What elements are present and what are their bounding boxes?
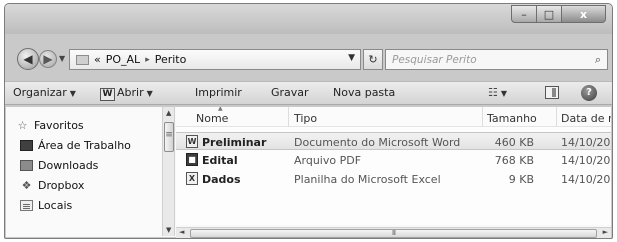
file-type: Documento do Microsoft Word — [294, 136, 461, 149]
file-size: 9 KB — [508, 173, 534, 186]
refresh-button[interactable]: ↻ — [363, 49, 383, 70]
desktop-icon — [20, 140, 33, 151]
view-options-icon: ☷ — [488, 86, 498, 99]
file-row-edital[interactable]: ■ Edital Arquivo PDF 768 KB 14/10/201 — [176, 151, 611, 169]
file-list: ▲ Nome Tipo Tamanho Data de m W Prelimin… — [176, 107, 611, 225]
pdf-document-icon: ■ — [186, 153, 198, 166]
search-icon[interactable]: ⌕ — [595, 53, 601, 67]
arrow-left-icon: ◀ — [23, 52, 33, 66]
new-folder-button[interactable]: Nova pasta — [333, 86, 395, 99]
minimize-button[interactable]: – — [511, 5, 537, 23]
scroll-down-icon[interactable]: ▼ — [166, 226, 171, 234]
open-button[interactable]: W Abrir ▼ — [100, 86, 153, 101]
file-name: Dados — [202, 173, 241, 186]
navigation-pane-scrollbar[interactable]: ▲ ▼ — [162, 107, 175, 236]
recent-pages-dropdown[interactable]: ▼ — [59, 54, 65, 63]
scroll-right-icon[interactable]: ► — [603, 228, 608, 236]
folder-icon — [76, 54, 89, 65]
file-type: Planilha do Microsoft Excel — [294, 173, 441, 186]
chevron-down-icon: ▼ — [500, 89, 508, 98]
sidebar-item-label: Locais — [38, 199, 73, 212]
open-label: Abrir — [117, 86, 144, 99]
sidebar-item-label: Dropbox — [38, 179, 85, 192]
column-divider[interactable] — [288, 107, 289, 127]
print-button[interactable]: Imprimir — [195, 86, 242, 99]
title-bar: – □ x — [5, 4, 612, 34]
sidebar-item-desktop[interactable]: Área de Trabalho — [20, 139, 131, 152]
file-name: Preliminar — [202, 136, 267, 149]
column-divider[interactable] — [556, 107, 557, 127]
dropbox-icon: ❖ — [21, 179, 32, 192]
column-header-date[interactable]: Data de m — [561, 112, 611, 125]
explorer-window: – □ x ◀ ▶ ▼ « PO_AL ▸ Perito ▼ ↻ Pesquis… — [4, 3, 613, 239]
breadcrumb-item-perito[interactable]: Perito — [155, 53, 187, 66]
help-icon[interactable]: ? — [581, 85, 597, 101]
caption-buttons: – □ x — [511, 5, 606, 23]
arrow-right-icon: ▶ — [43, 52, 53, 66]
command-bar: Organizar ▼ W Abrir ▼ Imprimir Gravar Nova … — [5, 81, 612, 105]
forward-button[interactable]: ▶ — [39, 50, 57, 68]
sidebar-item-favorites[interactable]: ☆ Favoritos — [16, 119, 84, 132]
sidebar-item-label: Downloads — [38, 159, 99, 172]
maximize-button[interactable]: □ — [537, 5, 562, 23]
word-document-icon: W — [186, 135, 198, 148]
close-button[interactable]: x — [562, 5, 606, 23]
file-row-preliminar[interactable]: W Preliminar Documento do Microsoft Word… — [176, 132, 611, 150]
navigation-bar: ◀ ▶ ▼ « PO_AL ▸ Perito ▼ ↻ Pesquisar Per… — [5, 48, 612, 74]
libraries-icon: ≡ — [20, 200, 33, 213]
file-row-dados[interactable]: X Dados Planilha do Microsoft Excel 9 KB… — [176, 170, 611, 188]
file-date: 14/10/201 — [561, 173, 611, 186]
organize-label: Organizar — [13, 86, 67, 99]
sidebar-item-libraries[interactable]: ≡ Locais — [20, 199, 72, 212]
burn-button[interactable]: Gravar — [271, 86, 309, 99]
breadcrumb-overflow[interactable]: « — [94, 53, 101, 66]
column-headers: ▲ Nome Tipo Tamanho Data de m — [176, 107, 611, 127]
file-size: 768 KB — [494, 154, 534, 167]
chevron-down-icon[interactable]: ▼ — [147, 89, 153, 98]
file-date: 14/10/201 — [561, 136, 611, 149]
sidebar-item-downloads[interactable]: Downloads — [20, 159, 98, 172]
excel-document-icon: X — [186, 172, 198, 185]
scrollbar-thumb[interactable] — [190, 229, 597, 238]
file-date: 14/10/201 — [561, 154, 611, 167]
organize-button[interactable]: Organizar ▼ — [13, 86, 76, 99]
address-bar[interactable]: « PO_AL ▸ Perito ▼ — [69, 49, 361, 70]
content-area: ☆ Favoritos Área de Trabalho Downloads ❖… — [6, 107, 611, 238]
preview-pane-icon[interactable] — [545, 86, 559, 99]
file-list-horizontal-scrollbar[interactable]: ◄ ► — [176, 227, 611, 238]
breadcrumb-separator[interactable]: ▸ — [145, 55, 150, 65]
scroll-up-icon[interactable]: ▲ — [166, 109, 171, 117]
breadcrumb-item-po-al[interactable]: PO_AL — [106, 53, 140, 66]
column-header-name[interactable]: Nome — [196, 112, 228, 125]
refresh-icon: ↻ — [368, 53, 378, 66]
word-app-icon: W — [100, 88, 115, 101]
downloads-icon — [20, 160, 33, 171]
file-name: Edital — [202, 154, 238, 167]
scroll-left-icon[interactable]: ◄ — [179, 228, 184, 236]
file-size: 460 KB — [494, 136, 534, 149]
navigation-pane: ☆ Favoritos Área de Trabalho Downloads ❖… — [6, 107, 162, 236]
back-button[interactable]: ◀ — [17, 48, 39, 70]
sidebar-item-label: Área de Trabalho — [38, 139, 131, 152]
scrollbar-thumb[interactable] — [164, 122, 174, 152]
address-dropdown-icon[interactable]: ▼ — [348, 53, 355, 63]
column-header-size[interactable]: Tamanho — [487, 112, 537, 125]
change-view-button[interactable]: ☷ ▼ — [488, 86, 507, 99]
chevron-down-icon: ▼ — [69, 89, 76, 98]
sidebar-item-dropbox[interactable]: ❖ Dropbox — [20, 179, 85, 192]
sidebar-item-label: Favoritos — [34, 119, 84, 132]
star-icon: ☆ — [17, 119, 28, 132]
column-header-type[interactable]: Tipo — [294, 112, 317, 125]
column-divider[interactable] — [482, 107, 483, 127]
search-placeholder: Pesquisar Perito — [392, 53, 477, 66]
search-input[interactable]: Pesquisar Perito ⌕ — [385, 49, 608, 70]
file-type: Arquivo PDF — [294, 154, 362, 167]
